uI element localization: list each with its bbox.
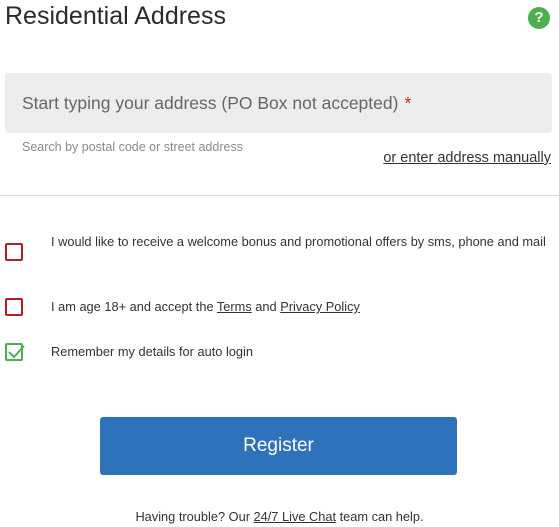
footer-suffix: team can help. (336, 509, 424, 524)
address-search-input[interactable]: Start typing your address (PO Box not ac… (5, 73, 552, 133)
help-footer: Having trouble? Our 24/7 Live Chat team … (0, 509, 559, 524)
live-chat-link[interactable]: 24/7 Live Chat (254, 509, 337, 524)
age-label-prefix: I am age 18+ and accept the (51, 299, 217, 314)
divider (0, 195, 559, 196)
checkmark-icon (8, 345, 25, 359)
required-marker: * (404, 92, 412, 113)
age-terms-checkbox[interactable] (5, 298, 23, 316)
page-title: Residential Address (5, 2, 226, 30)
remember-me-checkbox[interactable] (5, 343, 25, 361)
age-terms-label: I am age 18+ and accept the Terms and Pr… (51, 297, 546, 317)
register-button[interactable]: Register (100, 417, 457, 475)
promo-checkbox[interactable] (5, 243, 23, 261)
address-hint: Search by postal code or street address (22, 140, 243, 154)
enter-address-manually-link[interactable]: or enter address manually (383, 150, 551, 166)
address-placeholder: Start typing your address (PO Box not ac… (22, 92, 399, 113)
age-label-mid: and (251, 299, 281, 314)
promo-label: I would like to receive a welcome bonus … (51, 234, 546, 249)
privacy-policy-link[interactable]: Privacy Policy (280, 299, 360, 314)
terms-link[interactable]: Terms (217, 299, 252, 314)
remember-me-label: Remember my details for auto login (51, 344, 253, 359)
help-icon[interactable]: ? (528, 7, 550, 29)
footer-prefix: Having trouble? Our (135, 509, 254, 524)
